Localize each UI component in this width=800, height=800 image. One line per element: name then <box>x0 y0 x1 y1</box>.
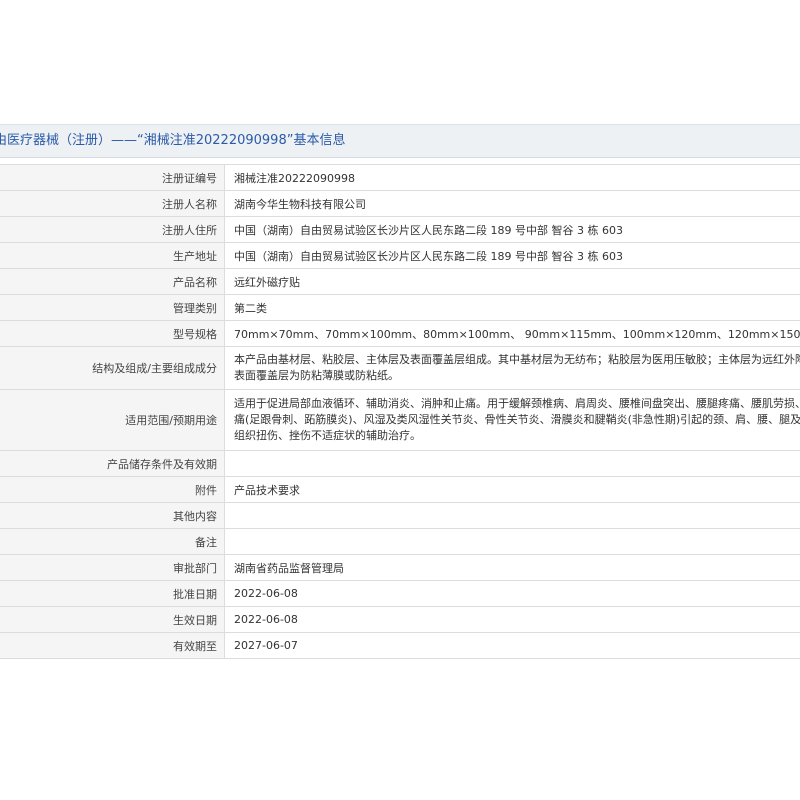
row-label: 适用范围/预期用途 <box>0 389 225 451</box>
row-value: 产品技术要求 <box>224 476 800 503</box>
table-row-effective-date: 生效日期 2022-06-08 <box>0 606 800 633</box>
table-row-structure: 结构及组成/主要组成成分 本产品由基材层、粘胶层、主体层及表面覆盖层组成。其中基… <box>0 346 800 390</box>
table-row-approval-department: 审批部门 湖南省药品监督管理局 <box>0 554 800 581</box>
row-value: 湘械注准20222090998 <box>224 164 800 191</box>
table-row-management-category: 管理类别 第二类 <box>0 294 800 321</box>
row-label: 有效期至 <box>0 632 225 659</box>
title-bar: 由医疗器械（注册）——“湘械注准20222090998”基本信息 <box>0 124 800 158</box>
row-value <box>224 502 800 529</box>
row-value: 第二类 <box>224 294 800 321</box>
table-row-product-name: 产品名称 远红外磁疗贴 <box>0 268 800 295</box>
row-value: 2027-06-07 <box>224 632 800 659</box>
table-row-registrant-name: 注册人名称 湖南今华生物科技有限公司 <box>0 190 800 217</box>
row-value-line: 痛(足跟骨刺、跖筋膜炎)、风湿及类风湿性关节炎、骨性关节炎、滑膜炎和腱鞘炎(非急… <box>234 413 800 426</box>
row-value <box>224 528 800 555</box>
row-value: 70mm×70mm、70mm×100mm、80mm×100mm、 90mm×11… <box>224 320 800 347</box>
row-value-line: 表面覆盖层为防粘薄膜或防粘纸。 <box>234 369 399 382</box>
row-value <box>224 450 800 477</box>
table-row-attachment: 附件 产品技术要求 <box>0 476 800 503</box>
table-row-model-spec: 型号规格 70mm×70mm、70mm×100mm、80mm×100mm、 90… <box>0 320 800 347</box>
row-value: 远红外磁疗贴 <box>224 268 800 295</box>
table-row-registration-number: 注册证编号 湘械注准20222090998 <box>0 164 800 191</box>
row-label: 生产地址 <box>0 242 225 269</box>
table-row-intended-use: 适用范围/预期用途 适用于促进局部血液循环、辅助消炎、消肿和止痛。用于缓解颈椎病… <box>0 389 800 451</box>
table-row-approval-date: 批准日期 2022-06-08 <box>0 580 800 607</box>
row-value: 2022-06-08 <box>224 580 800 607</box>
row-value: 湖南今华生物科技有限公司 <box>224 190 800 217</box>
row-label: 生效日期 <box>0 606 225 633</box>
page-title: 由医疗器械（注册）——“湘械注准20222090998”基本信息 <box>0 133 346 148</box>
row-label: 结构及组成/主要组成成分 <box>0 346 225 390</box>
info-table: 注册证编号 湘械注准20222090998 注册人名称 湖南今华生物科技有限公司… <box>0 164 800 659</box>
row-value: 2022-06-08 <box>224 606 800 633</box>
table-row-remarks: 备注 <box>0 528 800 555</box>
row-label: 管理类别 <box>0 294 225 321</box>
table-row-storage: 产品储存条件及有效期 <box>0 450 800 477</box>
row-label: 审批部门 <box>0 554 225 581</box>
table-row-other: 其他内容 <box>0 502 800 529</box>
table-row-valid-until: 有效期至 2027-06-07 <box>0 632 800 659</box>
row-value: 本产品由基材层、粘胶层、主体层及表面覆盖层组成。其中基材层为无纺布；粘胶层为医用… <box>224 346 800 390</box>
row-value: 中国（湖南）自由贸易试验区长沙片区人民东路二段 189 号中部 智谷 3 栋 6… <box>224 242 800 269</box>
row-label: 注册人名称 <box>0 190 225 217</box>
row-label: 产品储存条件及有效期 <box>0 450 225 477</box>
row-value-line: 本产品由基材层、粘胶层、主体层及表面覆盖层组成。其中基材层为无纺布；粘胶层为医用… <box>234 353 800 366</box>
row-value: 中国（湖南）自由贸易试验区长沙片区人民东路二段 189 号中部 智谷 3 栋 6… <box>224 216 800 243</box>
row-label: 批准日期 <box>0 580 225 607</box>
row-label: 型号规格 <box>0 320 225 347</box>
row-value: 适用于促进局部血液循环、辅助消炎、消肿和止痛。用于缓解颈椎病、肩周炎、腰椎间盘突… <box>224 389 800 451</box>
row-label: 备注 <box>0 528 225 555</box>
row-label: 产品名称 <box>0 268 225 295</box>
row-value-line: 组织扭伤、挫伤不适症状的辅助治疗。 <box>234 429 421 442</box>
table-row-production-address: 生产地址 中国（湖南）自由贸易试验区长沙片区人民东路二段 189 号中部 智谷 … <box>0 242 800 269</box>
row-label: 注册人住所 <box>0 216 225 243</box>
row-label: 注册证编号 <box>0 164 225 191</box>
row-value-line: 适用于促进局部血液循环、辅助消炎、消肿和止痛。用于缓解颈椎病、肩周炎、腰椎间盘突… <box>234 397 800 410</box>
row-label: 附件 <box>0 476 225 503</box>
row-value: 湖南省药品监督管理局 <box>224 554 800 581</box>
row-label: 其他内容 <box>0 502 225 529</box>
table-row-registrant-address: 注册人住所 中国（湖南）自由贸易试验区长沙片区人民东路二段 189 号中部 智谷… <box>0 216 800 243</box>
